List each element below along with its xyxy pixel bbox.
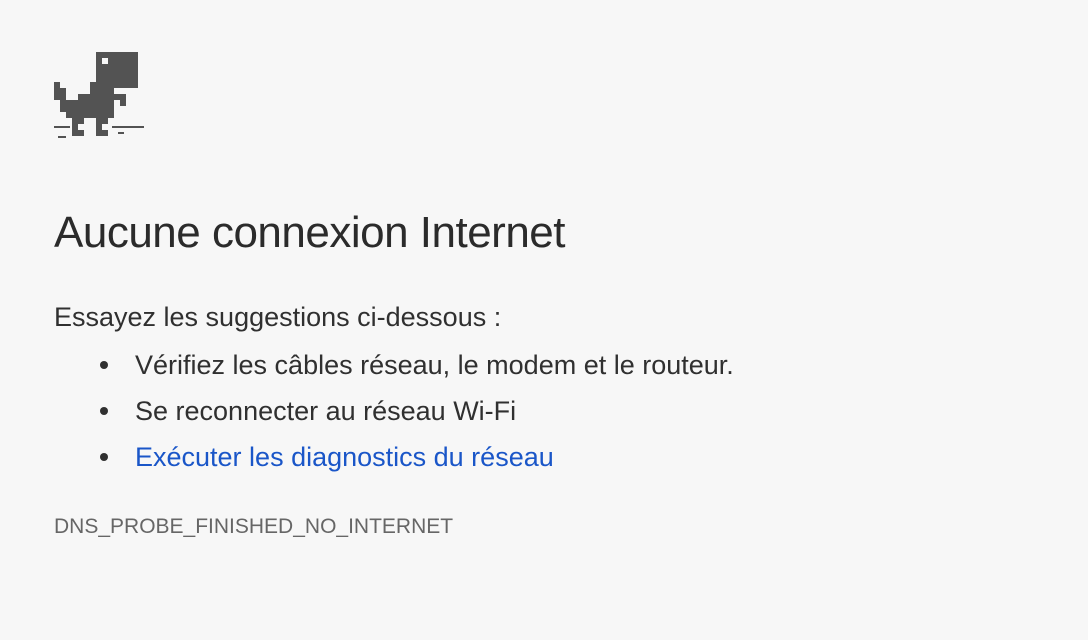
bullet-icon — [100, 361, 108, 369]
suggestions-heading: Essayez les suggestions ci-dessous : — [54, 302, 502, 332]
list-item: Se reconnecter au réseau Wi-Fi — [94, 391, 734, 437]
offline-dinosaur-icon — [54, 52, 144, 138]
error-code: DNS_PROBE_FINISHED_NO_INTERNET — [54, 515, 454, 538]
suggestion-reconnect-wifi: Se reconnecter au réseau Wi-Fi — [135, 396, 517, 426]
bullet-icon — [100, 453, 108, 461]
suggestions-list: Vérifiez les câbles réseau, le modem et … — [94, 345, 734, 483]
list-item: Exécuter les diagnostics du réseau — [94, 437, 734, 483]
list-item: Vérifiez les câbles réseau, le modem et … — [94, 345, 734, 391]
run-network-diagnostics-link[interactable]: Exécuter les diagnostics du réseau — [135, 442, 554, 472]
page-title: Aucune connexion Internet — [54, 208, 566, 257]
bullet-icon — [100, 407, 108, 415]
suggestion-check-cables: Vérifiez les câbles réseau, le modem et … — [135, 350, 734, 380]
